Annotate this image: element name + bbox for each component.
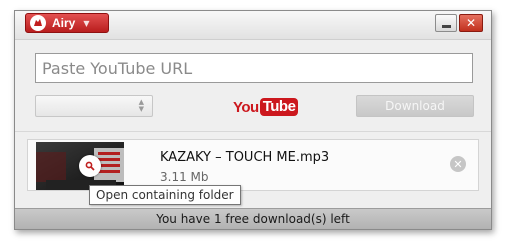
airy-logo-icon: [30, 15, 46, 31]
video-thumbnail: [36, 142, 124, 190]
close-icon: ✕: [465, 16, 477, 30]
youtube-logo-you: You: [233, 98, 259, 116]
app-window: Airy ▼ ✕ ▲▼ You Tube Download: [14, 10, 492, 230]
download-button[interactable]: Download: [356, 95, 474, 117]
close-icon: ✕: [453, 157, 463, 171]
download-title: KAZAKY – TOUCH ME.mp3: [160, 150, 330, 165]
app-name: Airy: [52, 16, 76, 30]
open-folder-button[interactable]: [79, 155, 101, 177]
status-bar: You have 1 free download(s) left: [15, 208, 491, 229]
select-arrows-icon: ▲ ▼: [138, 98, 144, 113]
youtube-logo-tube: Tube: [259, 98, 299, 116]
divider: [15, 131, 491, 132]
minimize-button[interactable]: [435, 14, 457, 32]
status-text: You have 1 free download(s) left: [156, 212, 350, 226]
search-icon: [85, 161, 95, 171]
format-select[interactable]: ▲ ▼: [35, 95, 153, 117]
app-menu-button[interactable]: Airy ▼: [25, 13, 109, 33]
youtube-url-input[interactable]: [35, 53, 473, 83]
title-bar: Airy ▼ ✕: [15, 11, 491, 40]
download-item: KAZAKY – TOUCH ME.mp3 3.11 Mb ✕: [27, 139, 479, 191]
tooltip: Open containing folder: [89, 185, 241, 205]
youtube-logo: You Tube: [233, 97, 299, 117]
minimize-icon: [441, 24, 451, 28]
close-button[interactable]: ✕: [459, 14, 483, 32]
remove-download-button[interactable]: ✕: [450, 156, 466, 172]
chevron-down-icon: ▼: [83, 18, 90, 28]
download-size: 3.11 Mb: [160, 170, 209, 184]
